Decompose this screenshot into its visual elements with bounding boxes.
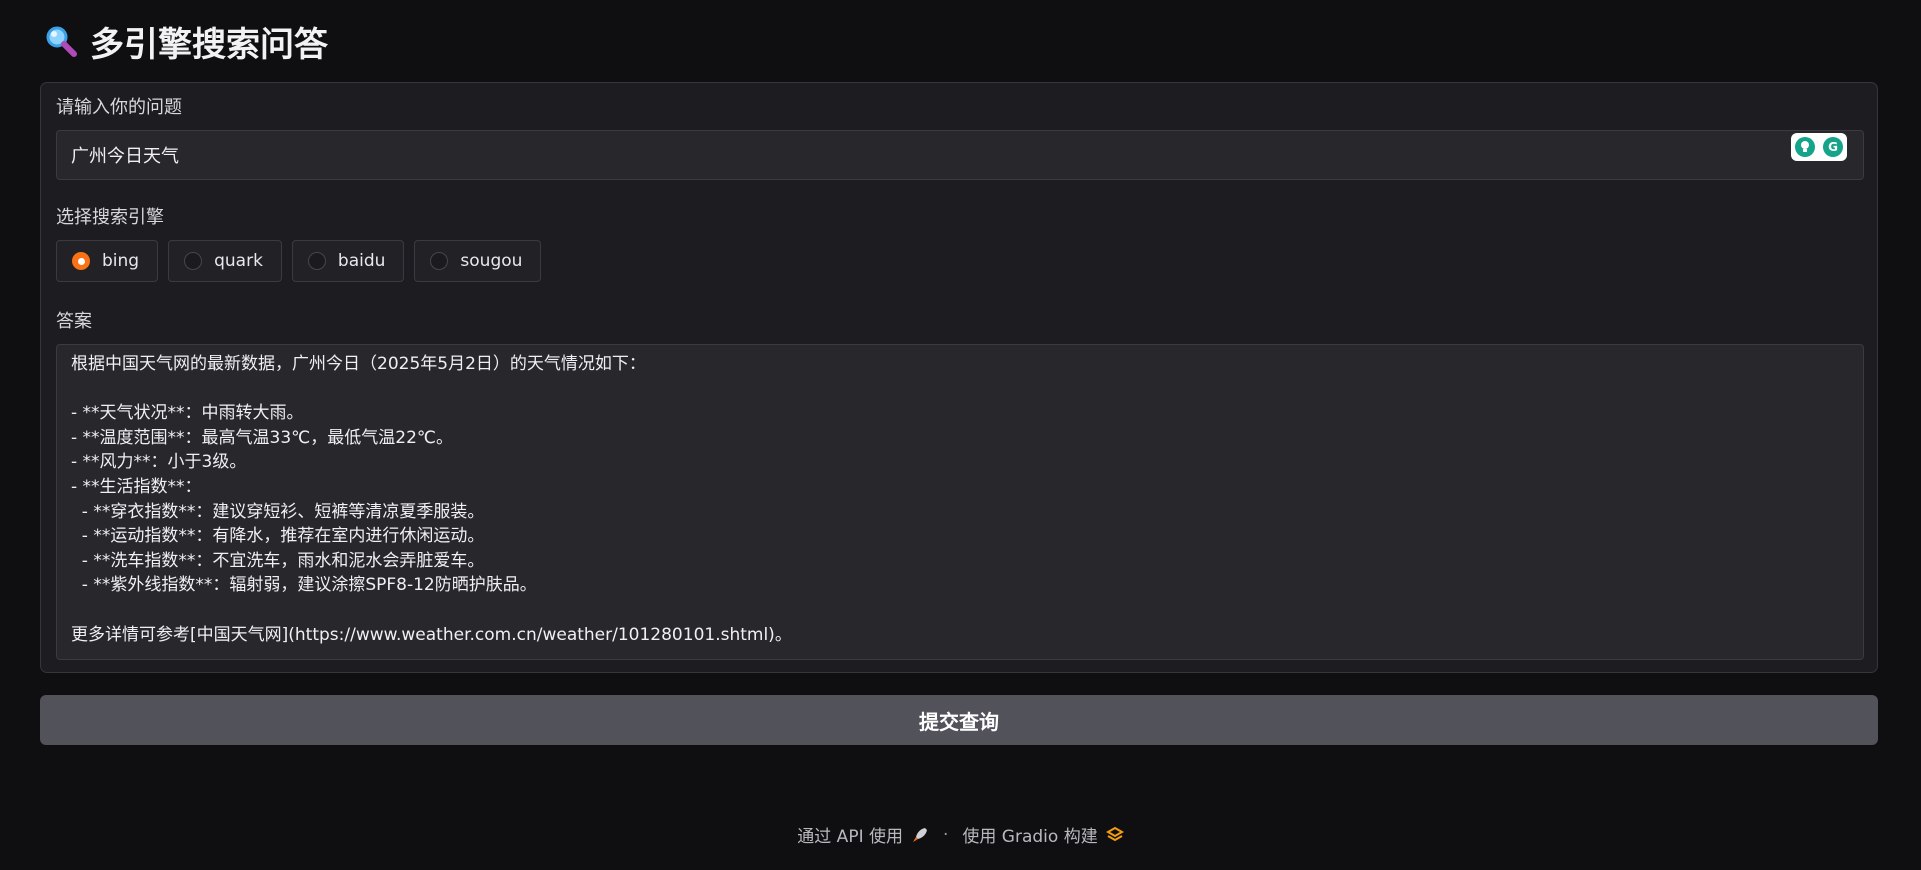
engine-option-label: baidu	[337, 251, 386, 271]
question-input-value: 广州今日天气	[71, 146, 179, 167]
gradio-link[interactable]: 使用 Gradio 构建	[962, 822, 1097, 847]
app-root: 多引擎搜索问答 请输入你的问题 广州今日天气 G 选择搜索引擎 bing qua…	[0, 0, 1921, 870]
engine-option-bing[interactable]: bing	[56, 240, 159, 282]
radio-unchecked-icon[interactable]	[430, 252, 449, 270]
radio-checked-icon[interactable]	[72, 252, 90, 270]
engine-option-baidu[interactable]: baidu	[291, 240, 405, 282]
rocket-icon	[912, 827, 927, 842]
engine-option-label: quark	[214, 251, 263, 271]
engine-label: 选择搜索引擎	[56, 207, 164, 228]
engine-option-sougou[interactable]: sougou	[414, 240, 542, 282]
question-input[interactable]: 广州今日天气 G	[56, 130, 1864, 180]
radio-unchecked-icon[interactable]	[184, 252, 203, 270]
main-panel: 请输入你的问题 广州今日天气 G 选择搜索引擎 bing quark baidu…	[40, 82, 1878, 673]
api-link[interactable]: 通过 API 使用	[797, 822, 903, 847]
gradio-logo-icon	[1105, 826, 1124, 841]
footer-separator: ·	[942, 824, 949, 845]
engine-option-label: sougou	[460, 251, 523, 271]
engine-option-label: bing	[102, 251, 140, 271]
magnifier-icon	[46, 26, 77, 57]
engine-radio-group: bing quark baidu sougou	[56, 240, 542, 282]
answer-textarea[interactable]: 根据中国天气网的最新数据，广州今日（2025年5月2日）的天气情况如下： - *…	[56, 344, 1864, 660]
grammarly-widget[interactable]: G	[1791, 133, 1847, 161]
radio-unchecked-icon[interactable]	[307, 252, 326, 270]
page-title: 多引擎搜索问答	[44, 18, 328, 65]
engine-option-quark[interactable]: quark	[168, 240, 282, 282]
page-title-text: 多引擎搜索问答	[90, 24, 328, 65]
grammarly-g-icon[interactable]: G	[1823, 137, 1843, 157]
footer: 通过 API 使用 · 使用 Gradio 构建	[0, 822, 1921, 847]
answer-label: 答案	[56, 311, 92, 332]
submit-button[interactable]: 提交查询	[40, 695, 1878, 745]
question-label: 请输入你的问题	[56, 97, 182, 118]
lightbulb-icon[interactable]	[1795, 137, 1815, 157]
